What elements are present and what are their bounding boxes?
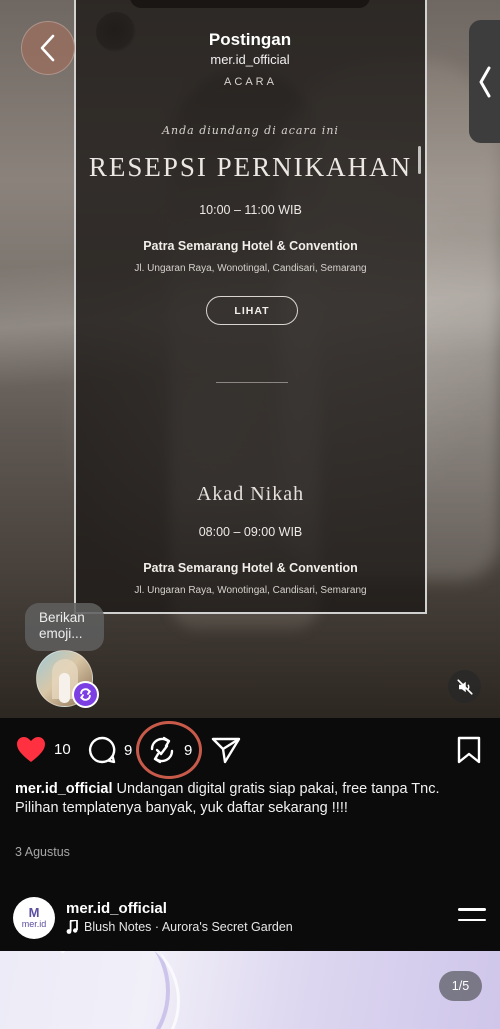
repost-badge bbox=[72, 681, 99, 708]
repost-badge-icon bbox=[80, 688, 91, 701]
post-caption: mer.id_official Undangan digital gratis … bbox=[15, 780, 485, 818]
page-indicator: 1/5 bbox=[439, 971, 482, 1001]
preview-swirl-inner bbox=[40, 951, 180, 1029]
card-address-akad: Jl. Ungaran Raya, Wonotingal, Candisari,… bbox=[134, 585, 367, 596]
lihat-button[interactable]: LIHAT bbox=[206, 296, 298, 325]
mute-icon bbox=[456, 678, 473, 695]
card-heading: RESEPSI PERNIKAHAN bbox=[88, 152, 413, 182]
page-subtitle: mer.id_official bbox=[210, 52, 290, 67]
mute-button[interactable] bbox=[448, 670, 481, 703]
heart-icon bbox=[17, 737, 45, 762]
avatar-logo-text: mer.id bbox=[21, 919, 47, 929]
invitation-card[interactable]: ACARA Anda diundang di acara ini RESEPSI… bbox=[74, 0, 427, 614]
music-note-icon bbox=[66, 920, 78, 934]
bookmark-icon bbox=[457, 736, 481, 764]
menu-button[interactable] bbox=[458, 908, 486, 928]
card-divider bbox=[216, 382, 288, 383]
comment-count: 9 bbox=[124, 741, 133, 759]
card-venue-reception: Patra Semarang Hotel & Convention bbox=[143, 239, 358, 253]
page-title: Postingan bbox=[208, 30, 292, 49]
card-section-label: ACARA bbox=[224, 76, 277, 88]
post-actions-bar: 10 9 9 bbox=[0, 718, 500, 782]
now-playing-avatar[interactable]: M mer.id bbox=[13, 897, 55, 939]
card-heading-akad: Akad Nikah bbox=[196, 483, 305, 505]
like-count: 10 bbox=[54, 741, 71, 758]
card-venue-akad: Patra Semarang Hotel & Convention bbox=[143, 561, 358, 575]
menu-icon-bar bbox=[458, 918, 486, 921]
like-button[interactable]: 10 bbox=[16, 736, 71, 763]
card-invited-text: Anda diundang di acara ini bbox=[162, 124, 339, 137]
caption-username[interactable]: mer.id_official bbox=[15, 781, 113, 797]
side-tab-chevron-icon bbox=[479, 66, 490, 97]
emoji-prompt-bubble[interactable]: Berikan emoji... bbox=[25, 603, 104, 651]
comment-button[interactable]: 9 bbox=[88, 736, 132, 764]
menu-icon bbox=[458, 908, 486, 911]
send-icon bbox=[211, 737, 241, 764]
caption-text-line1: Undangan digital gratis siap pakai, free… bbox=[112, 781, 440, 797]
share-button[interactable] bbox=[211, 736, 241, 764]
now-playing-track-label: Blush Notes · Aurora's Secret Garden bbox=[84, 920, 293, 934]
bookmark-button[interactable] bbox=[457, 736, 481, 764]
card-address-reception: Jl. Ungaran Raya, Wonotingal, Candisari,… bbox=[134, 263, 367, 274]
next-post-preview[interactable] bbox=[0, 951, 500, 1029]
comment-icon bbox=[88, 736, 116, 764]
avatar-logo-mark: M bbox=[28, 905, 40, 920]
card-time-akad: 08:00 – 09:00 WIB bbox=[198, 525, 303, 539]
card-scrollbar[interactable] bbox=[418, 146, 421, 174]
now-playing-track[interactable]: Blush Notes · Aurora's Secret Garden bbox=[66, 920, 293, 934]
side-panel-tab[interactable] bbox=[469, 20, 500, 143]
repost-highlight-ring bbox=[136, 721, 202, 779]
avatar-person bbox=[59, 673, 70, 703]
post-date: 3 Agustus bbox=[15, 845, 70, 859]
card-time-reception: 10:00 – 11:00 WIB bbox=[199, 203, 302, 217]
caption-text-line2: Pilihan templatenya banyak, yuk daftar s… bbox=[15, 800, 348, 816]
now-playing-username[interactable]: mer.id_official bbox=[66, 900, 167, 917]
